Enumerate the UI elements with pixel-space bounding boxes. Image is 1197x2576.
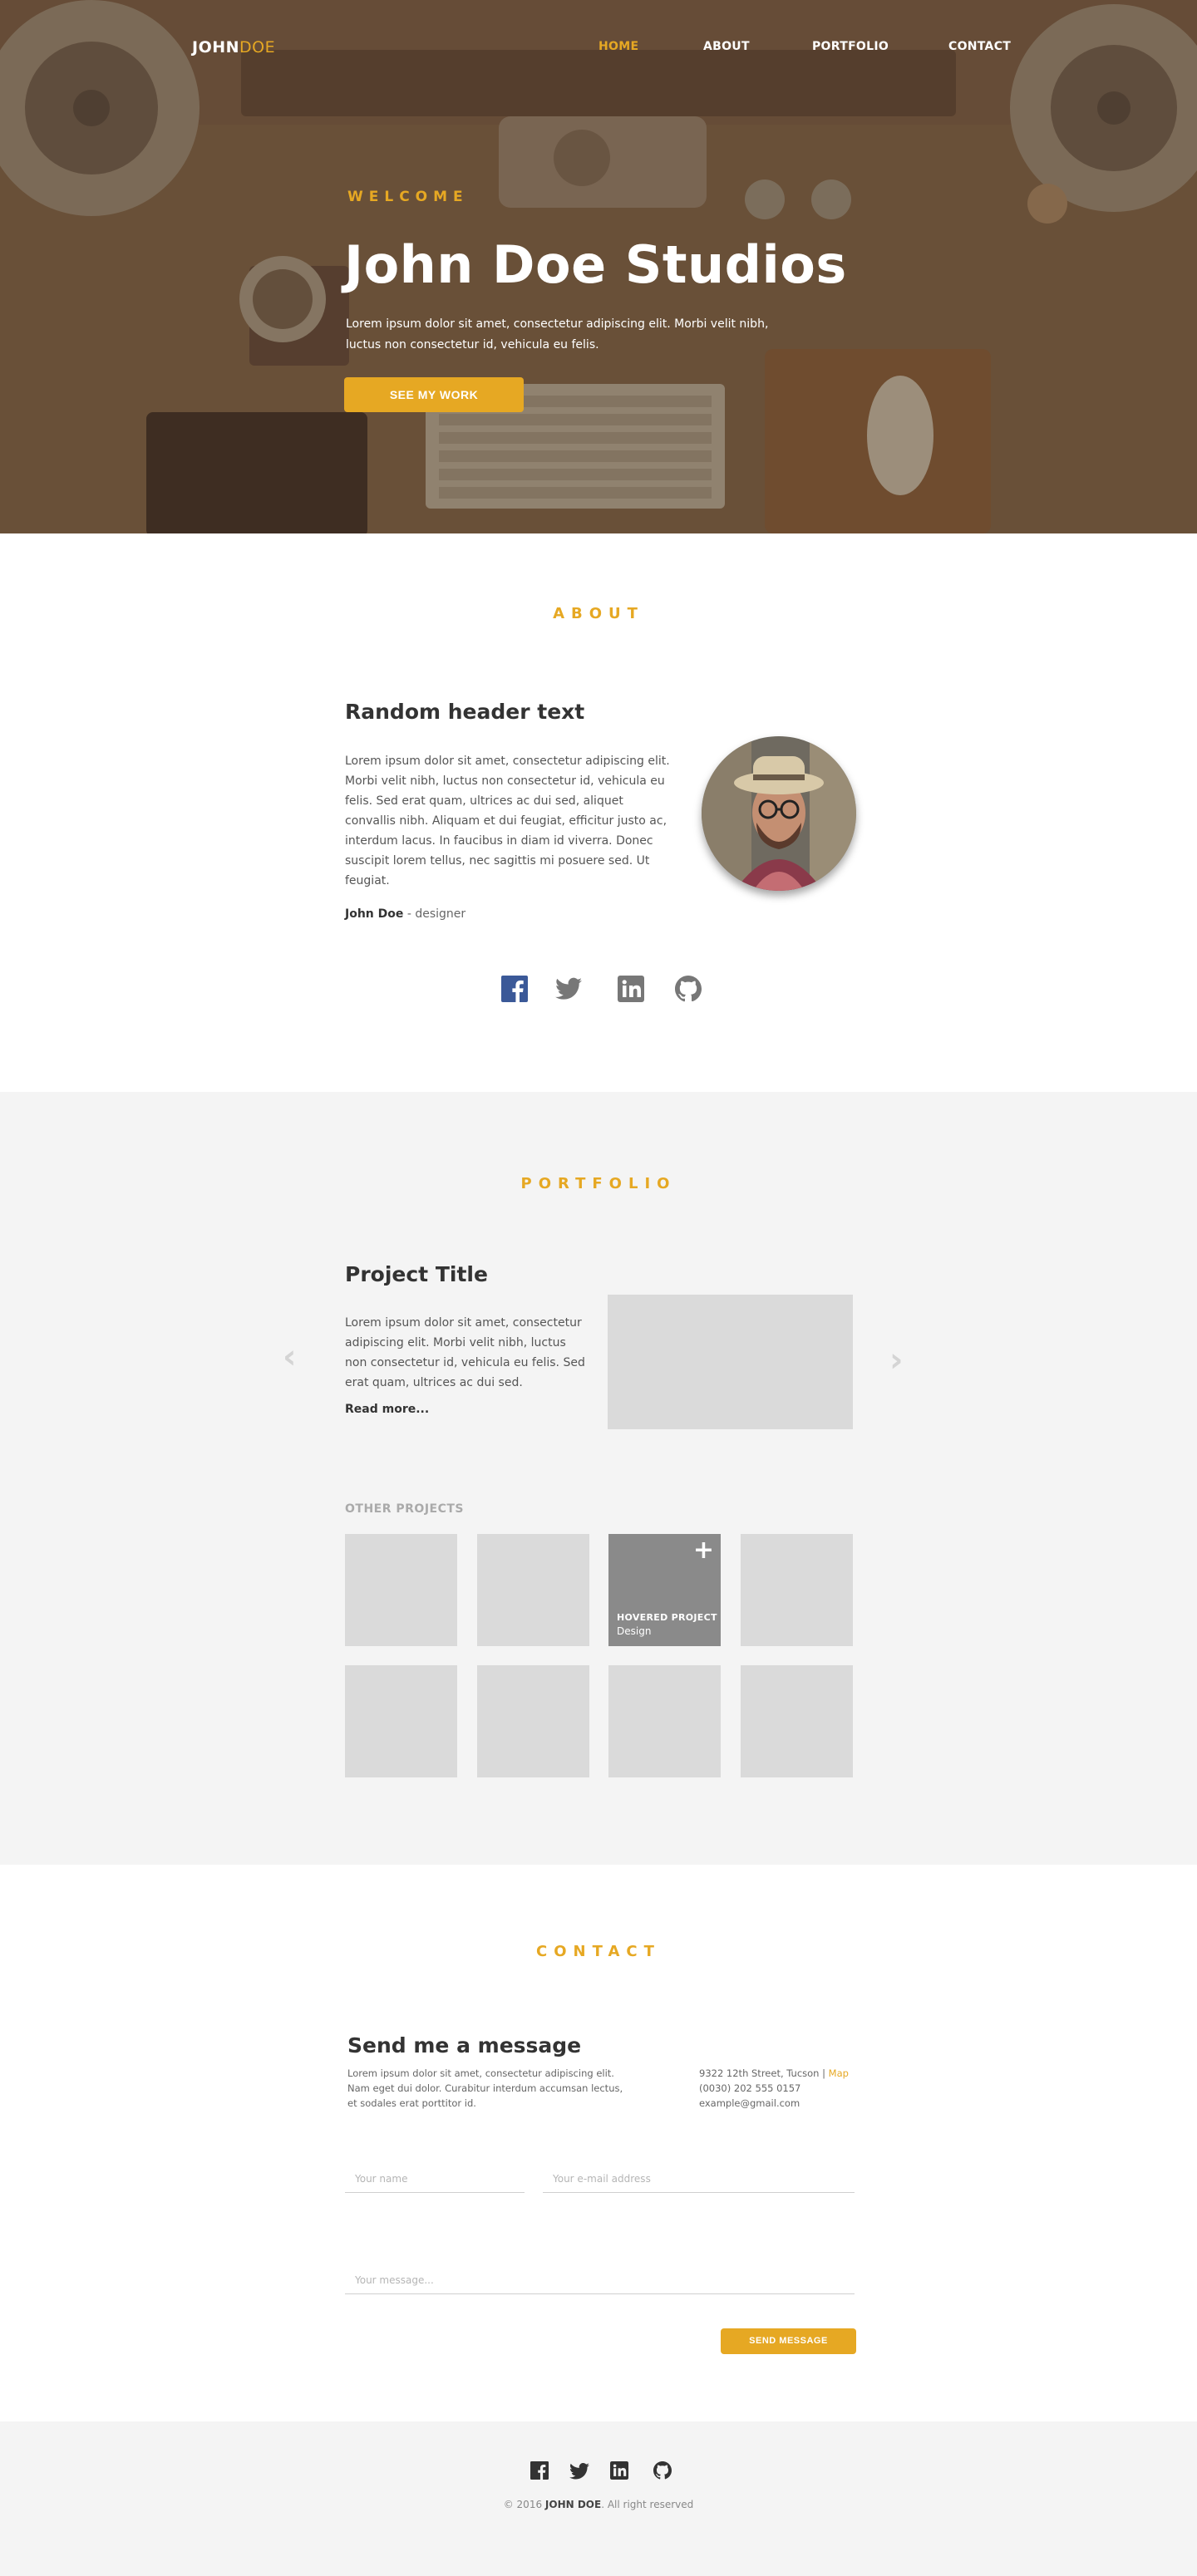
project-thumb[interactable] xyxy=(477,1665,589,1777)
copyright-name: JOHN DOE xyxy=(544,2499,602,2510)
copyright-suffix: . All right reserved xyxy=(601,2499,694,2510)
twitter-icon[interactable] xyxy=(555,977,582,1000)
project-image xyxy=(608,1295,853,1429)
hovered-project-category: Design xyxy=(617,1625,652,1637)
portfolio-section xyxy=(0,1092,1197,1865)
plus-icon: + xyxy=(692,1536,714,1565)
read-more-link[interactable]: Read more... xyxy=(345,1403,429,1416)
contact-heading: CONTACT xyxy=(536,1943,661,1960)
contact-title: Send me a message xyxy=(347,2033,582,2057)
prev-arrow-icon[interactable]: ‹ xyxy=(283,1338,296,1376)
hero-text: Lorem ipsum dolor sit amet, consectetur … xyxy=(346,317,769,351)
see-my-work-button[interactable]: SEE MY WORK xyxy=(344,377,524,412)
linkedin-icon[interactable] xyxy=(618,976,644,1002)
project-thumb[interactable] xyxy=(477,1534,589,1646)
footer-github-icon[interactable] xyxy=(653,2461,672,2480)
hero-eyebrow: WELCOME xyxy=(347,189,469,205)
project-thumb[interactable] xyxy=(345,1665,457,1777)
hero-section: JOHNDOE HOME ABOUT PORTFOLIO CONTACT WEL… xyxy=(0,0,1197,533)
address-text: 9322 12th Street, Tucson | xyxy=(699,2067,825,2079)
about-text: Lorem ipsum dolor sit amet, consectetur … xyxy=(345,755,670,887)
copyright-prefix: © 2016 xyxy=(503,2499,545,2510)
copyright: © 2016 JOHN DOE. All right reserved xyxy=(0,2499,1197,2510)
send-message-button[interactable]: SEND MESSAGE xyxy=(721,2328,856,2354)
project-thumb[interactable] xyxy=(741,1534,853,1646)
map-link[interactable]: Map xyxy=(829,2067,849,2079)
contact-phone: (0030) 202 555 0157 xyxy=(699,2082,801,2094)
contact-info: 9322 12th Street, Tucson | Map (0030) 20… xyxy=(699,2066,874,2111)
nav-item-about[interactable]: ABOUT xyxy=(703,40,750,53)
next-arrow-icon[interactable]: › xyxy=(889,1341,903,1379)
hovered-project-title: HOVERED PROJECT xyxy=(617,1612,717,1623)
nav-item-contact[interactable]: CONTACT xyxy=(948,40,1011,53)
project-text: Lorem ipsum dolor sit amet, consectetur … xyxy=(345,1316,585,1389)
nav-item-portfolio[interactable]: PORTFOLIO xyxy=(812,40,889,53)
footer-twitter-icon[interactable] xyxy=(569,2463,589,2480)
project-thumb[interactable] xyxy=(345,1534,457,1646)
hero-title: John Doe Studios xyxy=(344,234,847,295)
avatar xyxy=(702,736,856,891)
contact-text: Lorem ipsum dolor sit amet, consectetur … xyxy=(347,2067,623,2109)
contact-address: 9322 12th Street, Tucson | Map xyxy=(699,2066,874,2081)
avatar-portrait xyxy=(702,736,856,891)
email-field[interactable] xyxy=(543,2165,855,2193)
portfolio-heading: PORTFOLIO xyxy=(520,1175,677,1192)
project-thumb-hovered[interactable]: + HOVERED PROJECT Design xyxy=(608,1534,721,1646)
about-heading: ABOUT xyxy=(553,605,644,622)
facebook-icon[interactable] xyxy=(501,976,528,1002)
name-field[interactable] xyxy=(345,2165,525,2193)
author-name: John Doe xyxy=(345,907,404,921)
other-projects-label: OTHER PROJECTS xyxy=(345,1502,465,1516)
message-field[interactable] xyxy=(345,2266,855,2294)
author-role: - designer xyxy=(403,907,466,921)
nav-links: HOME ABOUT PORTFOLIO CONTACT xyxy=(0,40,1197,57)
footer-facebook-icon[interactable] xyxy=(530,2461,549,2480)
github-icon[interactable] xyxy=(675,976,702,1002)
nav-item-home[interactable]: HOME xyxy=(598,40,638,53)
about-signature: John Doe - designer xyxy=(345,907,466,921)
top-nav: JOHNDOE HOME ABOUT PORTFOLIO CONTACT xyxy=(0,0,1197,93)
project-title: Project Title xyxy=(345,1262,488,1286)
project-thumb[interactable] xyxy=(608,1665,721,1777)
about-title: Random header text xyxy=(345,700,585,724)
contact-email: example@gmail.com xyxy=(699,2097,800,2109)
footer-linkedin-icon[interactable] xyxy=(610,2461,628,2480)
project-thumb[interactable] xyxy=(741,1665,853,1777)
